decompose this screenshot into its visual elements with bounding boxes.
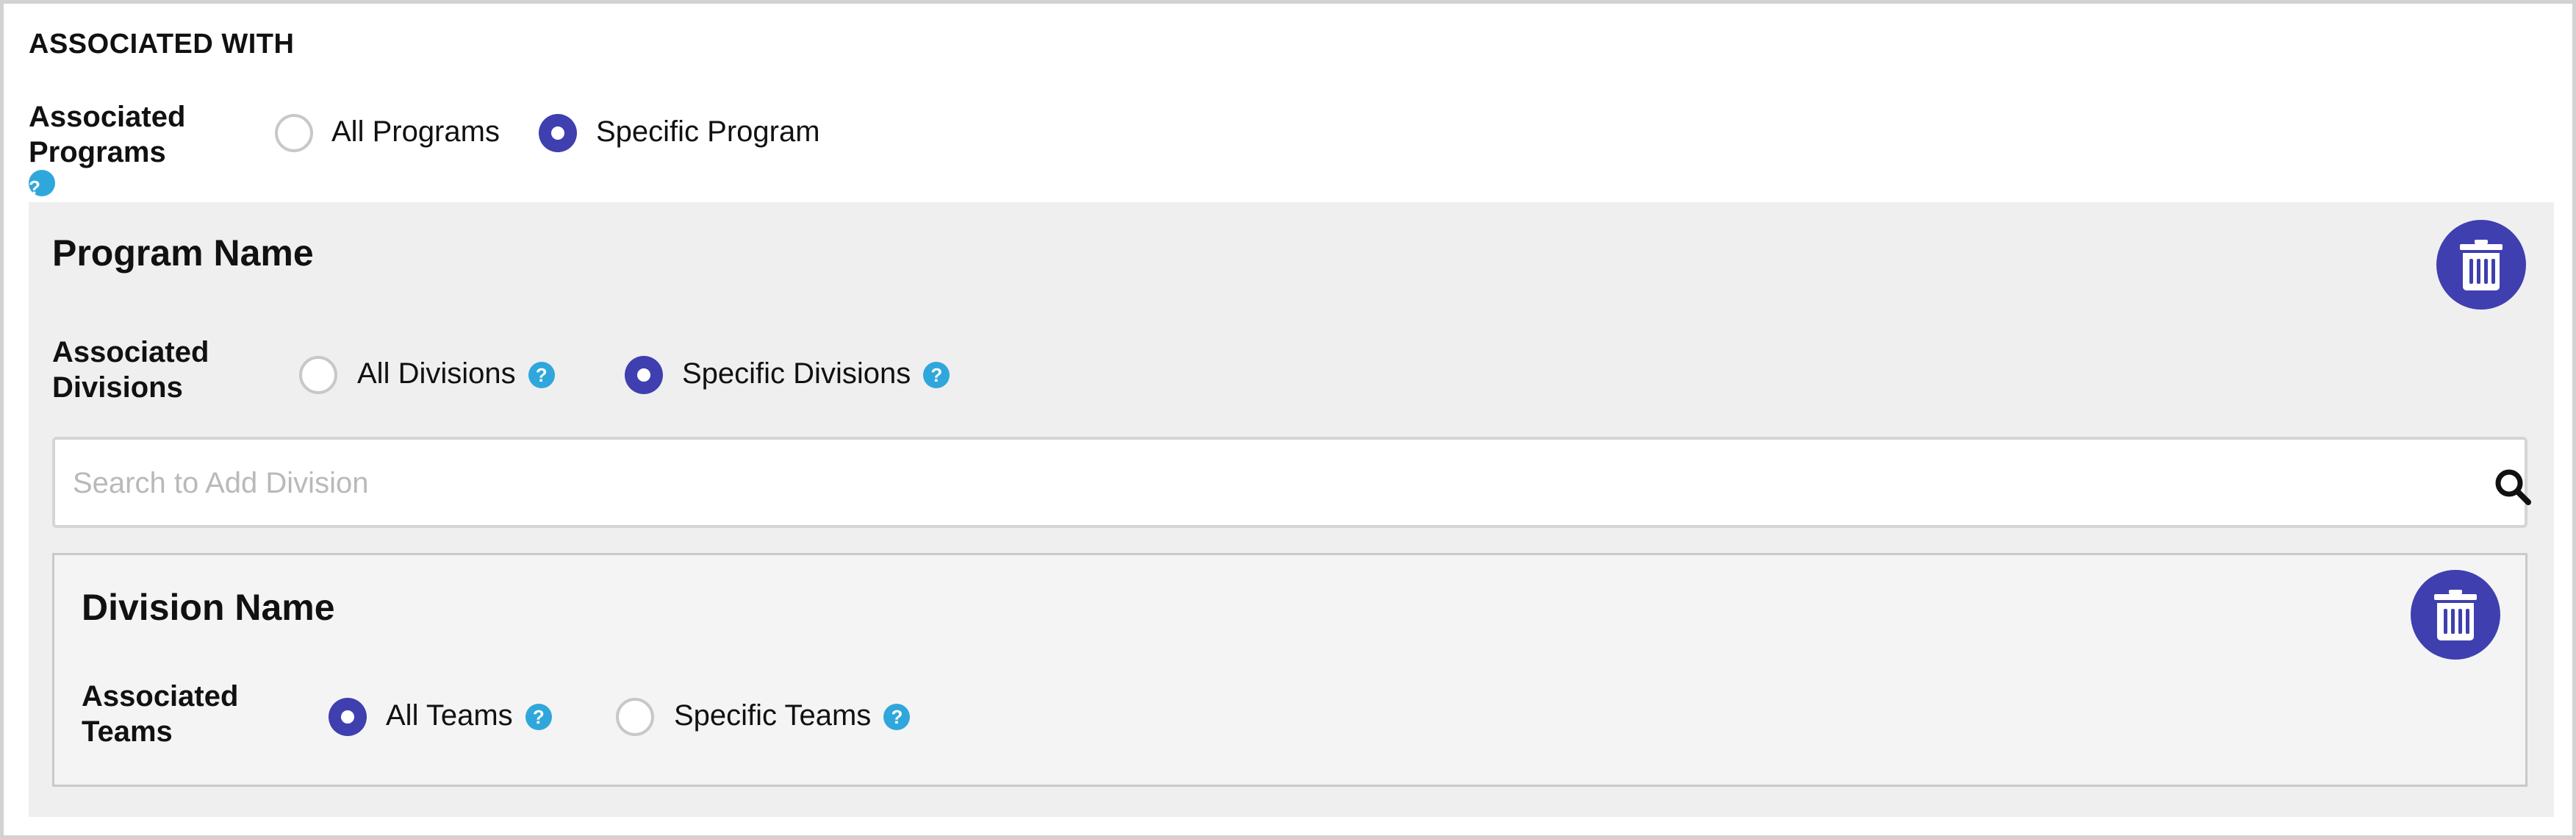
associated-programs-label-line1: Associated bbox=[29, 101, 186, 133]
radio-all-programs[interactable] bbox=[275, 114, 313, 152]
option-specific-program-label[interactable]: Specific Program bbox=[596, 115, 820, 149]
help-icon[interactable]: ? bbox=[923, 362, 950, 389]
option-specific-teams[interactable]: Specific Teams ? bbox=[674, 699, 911, 732]
associated-divisions-label-line2: Divisions bbox=[52, 371, 183, 404]
option-all-teams[interactable]: All Teams ? bbox=[386, 699, 552, 732]
option-specific-divisions-label: Specific Divisions bbox=[682, 357, 911, 390]
program-name-title: Program Name bbox=[52, 232, 314, 274]
associated-programs-label-line2: Programs bbox=[29, 136, 166, 168]
division-panel bbox=[52, 553, 2527, 787]
radio-specific-program[interactable] bbox=[539, 114, 577, 152]
radio-all-divisions[interactable] bbox=[299, 356, 337, 394]
division-name-title: Division Name bbox=[82, 587, 335, 628]
associated-divisions-label: Associated Divisions bbox=[52, 335, 209, 405]
help-icon[interactable]: ? bbox=[29, 170, 55, 199]
delete-division-button[interactable] bbox=[2411, 570, 2500, 660]
associated-teams-label-line1: Associated bbox=[82, 680, 239, 713]
help-icon[interactable]: ? bbox=[525, 704, 552, 731]
search-division-input[interactable] bbox=[71, 440, 2426, 526]
associated-divisions-label-line1: Associated bbox=[52, 336, 209, 368]
associated-teams-label: Associated Teams bbox=[82, 679, 238, 749]
option-all-divisions[interactable]: All Divisions ? bbox=[357, 357, 555, 390]
option-all-teams-label: All Teams bbox=[386, 699, 513, 732]
trash-icon bbox=[2434, 590, 2477, 640]
option-specific-divisions[interactable]: Specific Divisions ? bbox=[682, 357, 950, 390]
option-specific-teams-label: Specific Teams bbox=[674, 699, 872, 732]
help-icon[interactable]: ? bbox=[883, 704, 911, 731]
radio-all-teams[interactable] bbox=[329, 698, 367, 736]
associated-teams-label-line2: Teams bbox=[82, 715, 173, 748]
option-all-programs-label[interactable]: All Programs bbox=[331, 115, 500, 149]
radio-specific-teams[interactable] bbox=[616, 698, 654, 736]
option-all-divisions-label: All Divisions bbox=[357, 357, 516, 390]
search-icon[interactable] bbox=[2494, 468, 2532, 506]
trash-icon bbox=[2460, 240, 2503, 290]
division-search-box bbox=[52, 437, 2531, 528]
help-icon[interactable]: ? bbox=[528, 362, 555, 389]
associated-with-card: ASSOCIATED WITH Associated Programs ? Al… bbox=[0, 0, 2576, 839]
delete-program-button[interactable] bbox=[2436, 220, 2526, 310]
associated-programs-label: Associated Programs ? bbox=[29, 99, 186, 199]
radio-specific-divisions[interactable] bbox=[625, 356, 663, 394]
section-title: ASSOCIATED WITH bbox=[29, 29, 295, 60]
